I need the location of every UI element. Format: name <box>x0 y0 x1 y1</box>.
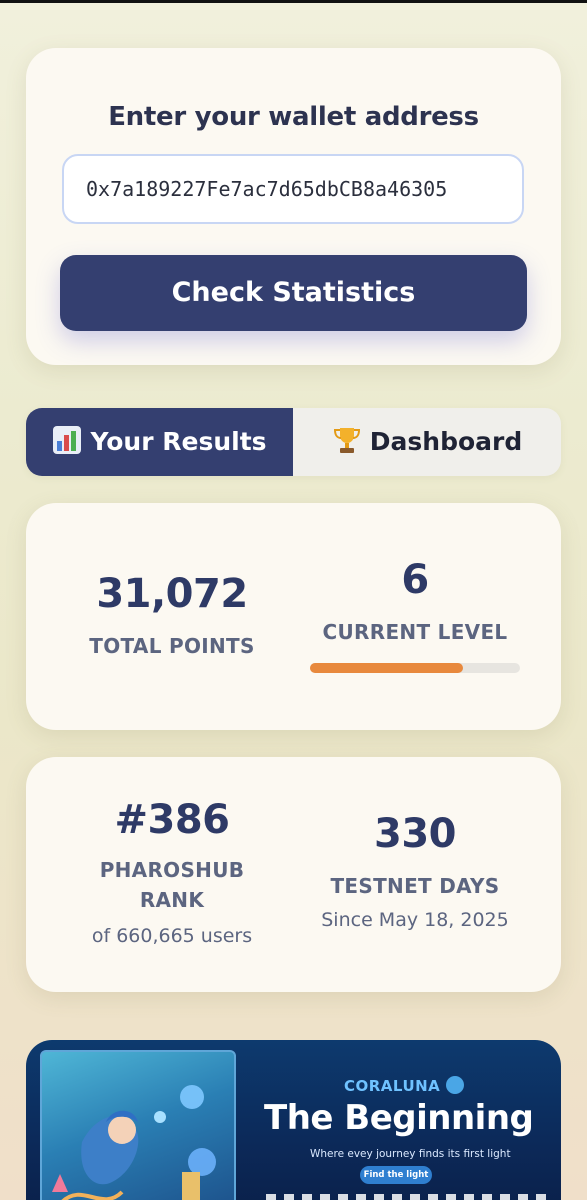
banner-tagline: Where evey journey finds its first light <box>310 1148 511 1160</box>
level-progress-fill <box>310 663 464 673</box>
banner-illustration <box>40 1050 236 1200</box>
underwater-scene-icon <box>52 1085 216 1200</box>
check-statistics-button[interactable]: Check Statistics <box>60 255 527 331</box>
rank-label-line1: PHAROSHUB <box>99 858 245 882</box>
bar-chart-icon <box>53 426 82 454</box>
tab-dashboard[interactable]: Dashboard <box>293 408 561 476</box>
wallet-title: Enter your wallet address <box>108 102 479 132</box>
rank-value: #386 <box>114 797 230 843</box>
tab-label: Dashboard <box>369 427 523 456</box>
find-the-light-button[interactable]: Find the light <box>360 1166 432 1184</box>
tab-label: Your Results <box>90 427 267 456</box>
wallet-address-input[interactable]: 0x7a189227Fe7ac7d65dbCB8a46305 <box>62 154 524 224</box>
current-level-label: CURRENT LEVEL <box>322 620 508 644</box>
trophy-icon <box>333 428 360 453</box>
rank-days-card: #386 PHAROSHUB RANK of 660,665 users 330… <box>26 757 561 992</box>
current-level-value: 6 <box>401 557 429 603</box>
rank-total-users: of 660,665 users <box>91 925 253 947</box>
rank-label-line2: RANK <box>139 888 205 912</box>
testnet-since-date: Since May 18, 2025 <box>321 909 509 931</box>
banner-bottom-text-decoration <box>266 1194 546 1200</box>
points-level-card: 31,072 TOTAL POINTS 6 CURRENT LEVEL <box>26 503 561 730</box>
testnet-days-value: 330 <box>374 811 457 857</box>
status-bar-edge <box>0 0 587 3</box>
banner-brand: CORALUNA <box>344 1076 465 1095</box>
level-progress-bar <box>310 663 520 673</box>
banner-title: The Beginning <box>264 1098 534 1138</box>
total-points-label: TOTAL POINTS <box>89 634 255 658</box>
brand-logo-icon <box>446 1076 465 1094</box>
testnet-days-label: TESTNET DAYS <box>330 874 500 898</box>
wallet-card: Enter your wallet address 0x7a189227Fe7a… <box>26 48 561 365</box>
brand-name: CORALUNA <box>344 1077 441 1095</box>
coraluna-banner[interactable]: CORALUNA The Beginning Where evey journe… <box>26 1040 561 1200</box>
total-points-value: 31,072 <box>96 571 248 617</box>
tab-bar: Your Results Dashboard <box>26 408 561 476</box>
tab-your-results[interactable]: Your Results <box>26 408 293 476</box>
